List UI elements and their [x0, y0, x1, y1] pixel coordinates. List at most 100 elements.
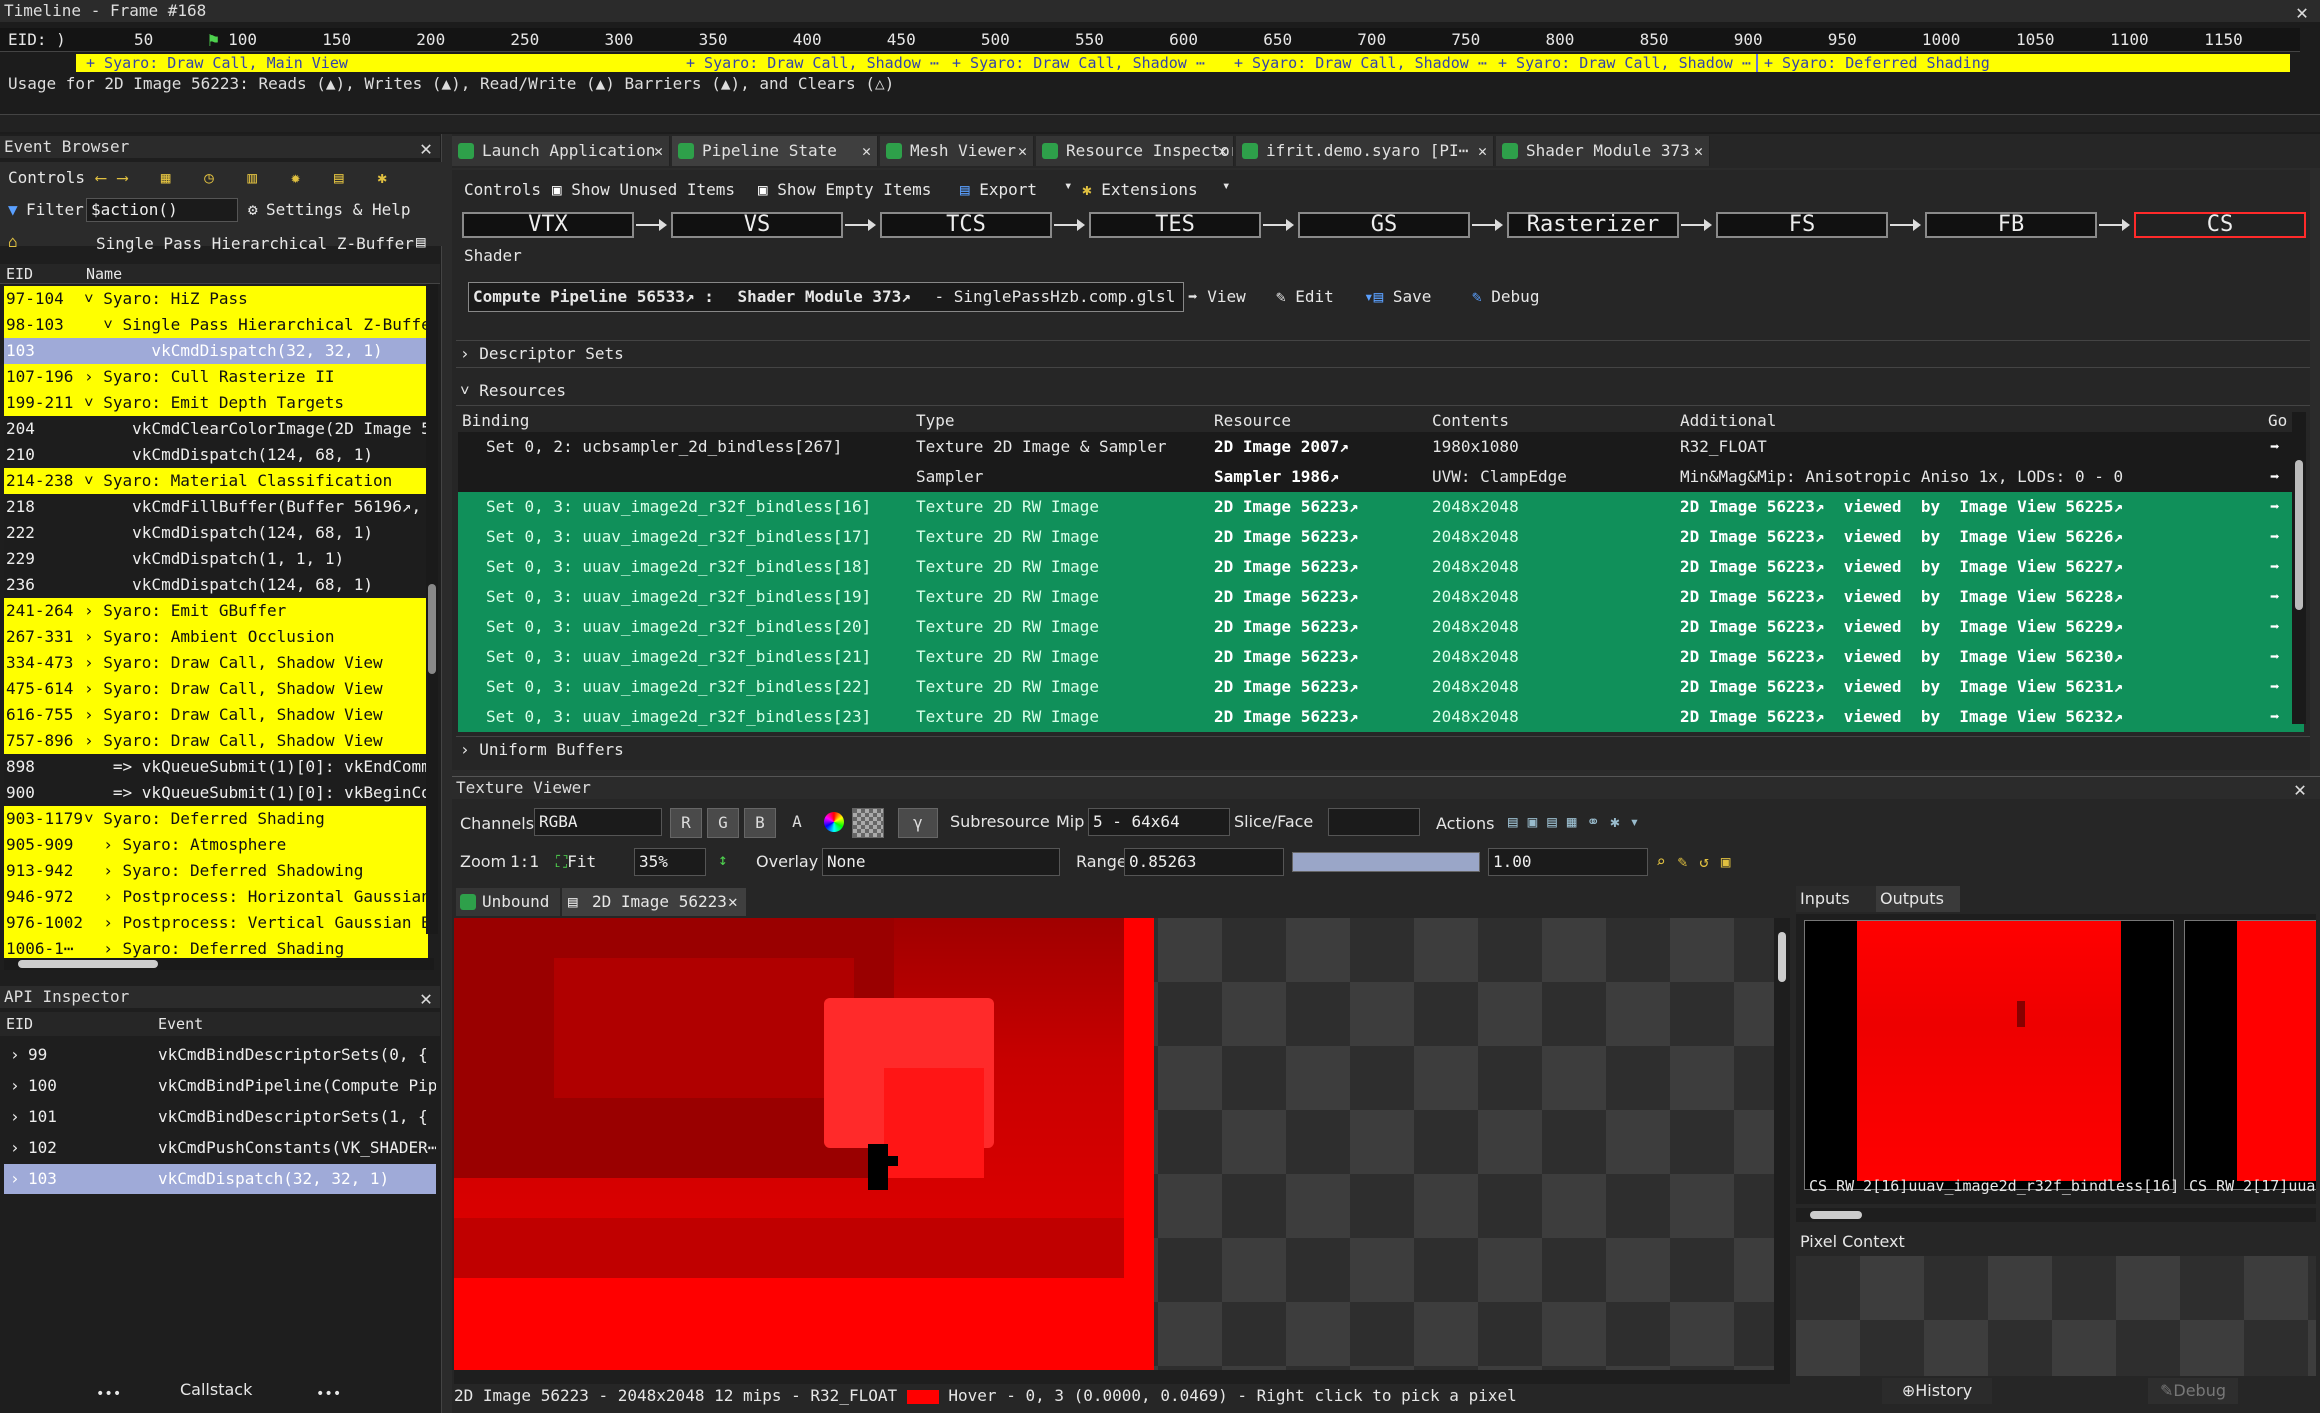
more-icon[interactable]: ••• — [96, 1386, 121, 1402]
timeline-hscrollbar[interactable] — [0, 114, 2320, 132]
shader-module-link[interactable]: Shader Module 373↗ — [737, 287, 910, 306]
timeline-marker[interactable]: + Syaro: Draw Call, Shadow ⋯ — [1234, 54, 1487, 72]
event-row[interactable]: 905-909 › Syaro: Atmosphere — [4, 832, 428, 858]
save-button[interactable]: ▾▤ Save — [1364, 282, 1431, 312]
event-row[interactable]: 757-896 › Syaro: Draw Call, Shadow View — [4, 728, 428, 754]
descriptor-sets-section[interactable]: › Descriptor Sets — [456, 340, 2310, 368]
resource-link[interactable]: 2D Image 56223↗ — [1214, 702, 1359, 732]
go-arrow-icon[interactable]: ➡ — [2270, 582, 2280, 612]
col-resource[interactable]: Resource — [1214, 411, 1291, 430]
event-vscrollbar[interactable] — [426, 284, 438, 934]
close-icon[interactable]: ✕ — [420, 988, 432, 1008]
debug-button-disabled[interactable]: ✎Debug — [2148, 1378, 2238, 1404]
chevron-right-icon[interactable]: › — [10, 1133, 20, 1163]
event-row[interactable]: 898 => vkQueueSubmit(1)[0]: vkEndComm — [4, 754, 428, 780]
history-button[interactable]: ⊕History — [1882, 1378, 1992, 1404]
stage-tes[interactable]: TES — [1089, 212, 1261, 238]
event-row[interactable]: 199-211 ˅ Syaro: Emit Depth Targets — [4, 390, 428, 416]
col-eid[interactable]: EID — [6, 1015, 33, 1033]
col-type[interactable]: Type — [916, 411, 955, 430]
view-button[interactable]: ➡ View — [1188, 282, 1246, 312]
close-icon[interactable]: ✕ — [420, 138, 432, 158]
slice-face-select[interactable] — [1328, 808, 1420, 836]
go-arrow-icon[interactable]: ➡ — [2270, 462, 2280, 492]
resource-row[interactable]: Set 0, 3: uuav_image2d_r32f_bindless[21]… — [458, 642, 2304, 672]
inputs-tab[interactable]: Inputs — [1796, 886, 1876, 912]
close-icon[interactable]: ✕ — [1694, 136, 1703, 166]
texture-tab-unbound[interactable]: Unbound — [456, 888, 560, 916]
resource-link[interactable]: 2D Image 56223↗ — [1214, 492, 1359, 522]
event-row[interactable]: 334-473 › Syaro: Draw Call, Shadow View — [4, 650, 428, 676]
tab-5[interactable]: Shader Module 373 ✕ — [1496, 136, 1710, 166]
stage-gs[interactable]: GS — [1298, 212, 1470, 238]
mip-select[interactable]: 5 - 64x64 — [1088, 808, 1230, 836]
callstack-label[interactable]: Callstack — [180, 1380, 252, 1399]
col-contents[interactable]: Contents — [1432, 411, 1509, 430]
debug-button[interactable]: ✎ Debug — [1472, 282, 1539, 312]
chevron-down-icon[interactable]: ▾ — [1222, 178, 1230, 194]
tab-0[interactable]: Launch Application ✕ — [452, 136, 670, 166]
output-thumbnail[interactable]: CS RW 2[16]uuav_image2d_r32f_bindless[16… — [1804, 920, 2179, 1195]
show-unused-button[interactable]: ▣ Show Unused Items — [552, 180, 735, 199]
bookmark-icon[interactable]: ▤ — [416, 232, 426, 251]
texture-tab-image[interactable]: ▤ 2D Image 56223 ✕ — [562, 888, 746, 916]
stage-fb[interactable]: FB — [1925, 212, 2097, 238]
event-row[interactable]: 241-264 › Syaro: Emit GBuffer — [4, 598, 428, 624]
event-row[interactable]: 229 vkCmdDispatch(1, 1, 1) — [4, 546, 428, 572]
resource-row[interactable]: Sampler Sampler 1986↗ UVW: ClampEdge Min&Ma… — [458, 462, 2304, 492]
chevron-right-icon[interactable]: › — [10, 1164, 20, 1194]
resource-link[interactable]: 2D Image 56223↗ — [1214, 552, 1359, 582]
channel-g-button[interactable]: G — [707, 808, 739, 838]
channel-a-button[interactable]: A — [781, 808, 813, 838]
stage-vtx[interactable]: VTX — [462, 212, 634, 238]
chevron-right-icon[interactable]: › — [10, 1071, 20, 1101]
zoom-select[interactable]: 35% — [634, 848, 706, 876]
checker-icon[interactable] — [852, 808, 884, 838]
callstack-bar[interactable]: ••• Callstack ••• — [0, 1380, 440, 1410]
channel-r-button[interactable]: R — [670, 808, 702, 838]
stage-tcs[interactable]: TCS — [880, 212, 1052, 238]
actions-icons[interactable]: ▤▣▤▦⚭✱▾ — [1508, 812, 1649, 831]
tab-2[interactable]: Mesh Viewer ✕ — [880, 136, 1034, 166]
event-row[interactable]: 103 vkCmdDispatch(32, 32, 1) — [4, 338, 428, 364]
stage-vs[interactable]: VS — [671, 212, 843, 238]
show-empty-button[interactable]: ▣ Show Empty Items — [758, 180, 931, 199]
export-button[interactable]: ▤ Export — [960, 180, 1037, 199]
uniform-buffers-section[interactable]: › Uniform Buffers — [456, 736, 2310, 764]
range-slider[interactable] — [1292, 852, 1480, 872]
range-min-input[interactable]: 0.85263 — [1124, 848, 1284, 876]
zoom-1to1-button[interactable]: 1:1 — [510, 852, 539, 871]
stage-rasterizer[interactable]: Rasterizer — [1507, 212, 1679, 238]
close-icon[interactable]: ✕ — [1218, 136, 1227, 166]
event-row[interactable]: 913-942 › Syaro: Deferred Shadowing — [4, 858, 428, 884]
compute-pipeline-link[interactable]: Compute Pipeline 56533↗ : — [473, 287, 714, 306]
event-row[interactable]: 976-1002 › Postprocess: Vertical Gaussia… — [4, 910, 428, 936]
settings-help-button[interactable]: Settings & Help — [266, 200, 411, 219]
close-icon[interactable]: ✕ — [1478, 136, 1487, 166]
edit-button[interactable]: ✎ Edit — [1276, 282, 1334, 312]
go-arrow-icon[interactable]: ➡ — [2270, 642, 2280, 672]
resource-link[interactable]: 2D Image 56223↗ — [1214, 642, 1359, 672]
current-event-marker-icon[interactable]: ⚑ — [208, 30, 219, 51]
resource-row[interactable]: Set 0, 3: uuav_image2d_r32f_bindless[20]… — [458, 612, 2304, 642]
resource-link[interactable]: 2D Image 56223↗ — [1214, 672, 1359, 702]
resource-link[interactable]: 2D Image 56223↗ — [1214, 612, 1359, 642]
event-row[interactable]: 107-196 › Syaro: Cull Rasterize II — [4, 364, 428, 390]
close-icon[interactable]: ✕ — [728, 888, 738, 916]
event-hscrollbar[interactable] — [4, 958, 434, 970]
event-row[interactable]: 218 vkCmdFillBuffer(Buffer 56196↗, — [4, 494, 428, 520]
event-row[interactable]: 204 vkCmdClearColorImage(2D Image 5 — [4, 416, 428, 442]
more-icon[interactable]: ••• — [316, 1386, 341, 1402]
event-row[interactable]: 616-755 › Syaro: Draw Call, Shadow View — [4, 702, 428, 728]
timeline-marker[interactable]: + Syaro: Draw Call, Shadow ⋯ — [1498, 54, 1751, 72]
resource-row[interactable]: Set 0, 3: uuav_image2d_r32f_bindless[16]… — [458, 492, 2304, 522]
resource-row[interactable]: Set 0, 3: uuav_image2d_r32f_bindless[19]… — [458, 582, 2304, 612]
stage-fs[interactable]: FS — [1716, 212, 1888, 238]
resources-section[interactable]: ˅ Resources — [456, 378, 2310, 406]
close-icon[interactable]: ✕ — [862, 136, 871, 166]
range-icons[interactable]: ⌕✎↺▣ — [1656, 852, 1743, 871]
resource-link[interactable]: 2D Image 56223↗ — [1214, 582, 1359, 612]
event-row[interactable]: 946-972 › Postprocess: Horizontal Gaussi… — [4, 884, 428, 910]
api-row[interactable]: › 103 vkCmdDispatch(32, 32, 1) — [4, 1164, 436, 1194]
flip-icon[interactable]: ↕ — [718, 850, 728, 869]
